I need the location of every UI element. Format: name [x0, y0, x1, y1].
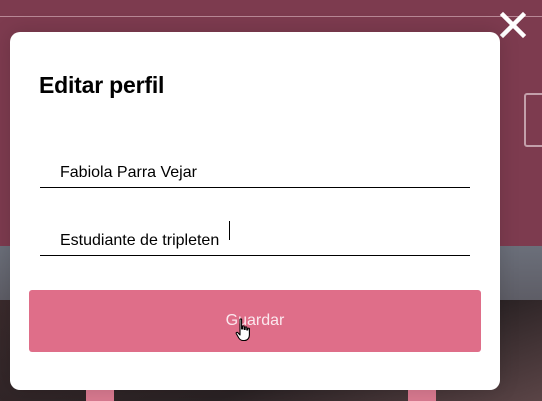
modal-title: Editar perfil — [39, 72, 165, 98]
background-edit-button — [524, 93, 542, 147]
about-input[interactable] — [40, 226, 470, 256]
name-input[interactable] — [40, 158, 470, 188]
header-divider — [0, 16, 542, 17]
close-icon[interactable] — [498, 10, 528, 40]
text-caret — [229, 221, 230, 240]
edit-profile-modal: Editar perfil Guardar — [10, 32, 500, 390]
save-button[interactable]: Guardar — [29, 290, 481, 352]
